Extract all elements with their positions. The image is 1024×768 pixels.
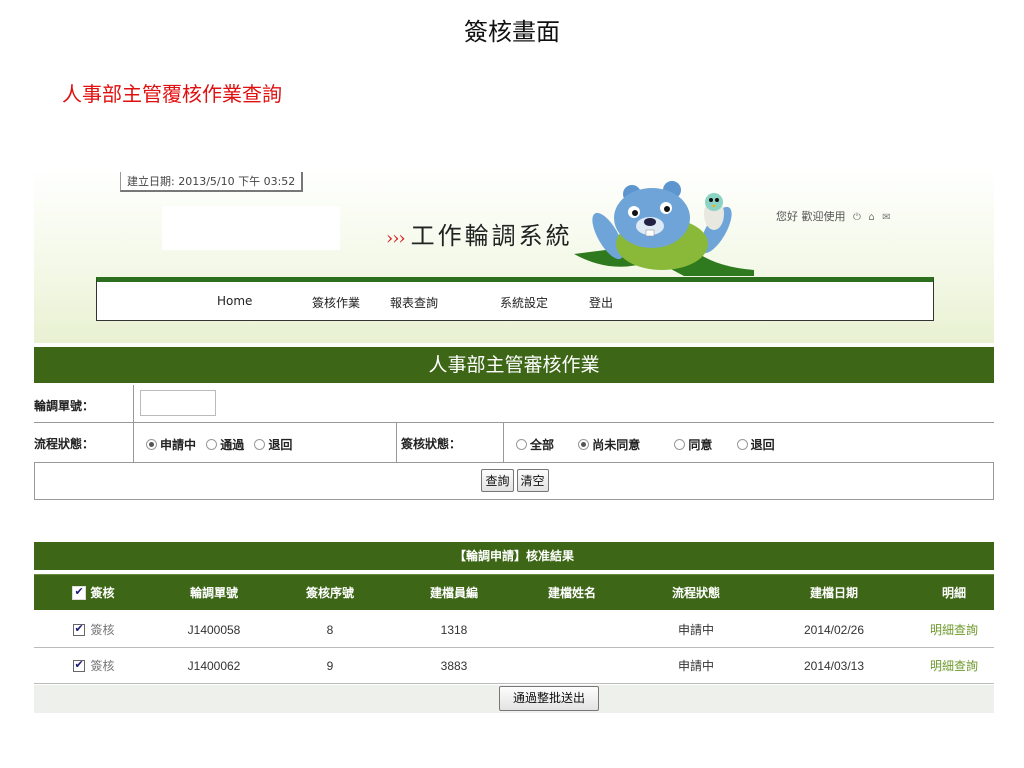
flow-status-radios: 申請中 通過 退回 bbox=[146, 436, 292, 453]
sign-status-option-returned[interactable]: 退回 bbox=[736, 438, 775, 452]
power-icon[interactable]: ⏻ bbox=[853, 212, 861, 223]
radio-icon bbox=[206, 439, 218, 450]
sign-status-option-agreed[interactable]: 同意 bbox=[674, 438, 712, 452]
sign-status-option-not-agreed[interactable]: 尚未同意 bbox=[578, 438, 640, 452]
bear-mascot-icon bbox=[574, 181, 754, 276]
col-rotation-no: 輪調單號 bbox=[189, 586, 238, 600]
row-checkbox[interactable] bbox=[73, 622, 86, 636]
sign-status-radios: 全部 尚未同意 同意 退回 bbox=[516, 436, 775, 453]
radio-icon bbox=[674, 439, 686, 450]
col-detail: 明細 bbox=[941, 586, 966, 600]
nav-home[interactable]: Home bbox=[217, 294, 252, 308]
radio-icon bbox=[254, 439, 266, 450]
created-date: 建立日期: 2013/5/10 下午 03:52 bbox=[120, 172, 304, 192]
table-row: 簽核 J1400058 8 1318 申請中 2014/02/26 明細查詢 bbox=[34, 612, 994, 648]
form-row-rotation-no: 輪調單號： bbox=[34, 385, 994, 423]
form-row-buttons: 查詢 清空 bbox=[34, 463, 994, 500]
emp-id-cell: 3883 bbox=[440, 658, 468, 673]
redacted-logo-area bbox=[162, 206, 340, 250]
date-cell: 2014/03/13 bbox=[803, 658, 865, 673]
col-seq: 簽核序號 bbox=[305, 586, 354, 600]
sign-cell: 簽核 bbox=[64, 648, 124, 683]
col-name: 建檔姓名 bbox=[547, 586, 596, 600]
mail-icon[interactable]: ✉ bbox=[882, 212, 890, 223]
sign-status-option-all[interactable]: 全部 bbox=[516, 438, 554, 452]
seq-cell: 8 bbox=[326, 622, 334, 637]
main-nav: Home 簽核作業 報表查詢 系統設定 登出 bbox=[96, 277, 934, 321]
sign-cell: 簽核 bbox=[64, 612, 124, 647]
chevron-icon: ››› bbox=[386, 228, 406, 249]
nav-sign-work[interactable]: 簽核作業 bbox=[312, 294, 360, 311]
table-row: 簽核 J1400062 9 3883 申請中 2014/03/13 明細查詢 bbox=[34, 648, 994, 684]
seq-cell: 9 bbox=[326, 658, 334, 673]
form-header: 人事部主管審核作業 bbox=[34, 347, 994, 383]
col-status: 流程狀態 bbox=[671, 586, 720, 600]
flow-status-option-returned[interactable]: 退回 bbox=[254, 438, 292, 452]
clear-button[interactable]: 清空 bbox=[516, 469, 549, 492]
rotation-no-cell: J1400058 bbox=[187, 622, 241, 637]
results-header: 【輪調申請】核准結果 bbox=[34, 542, 994, 570]
status-cell: 申請中 bbox=[677, 623, 714, 637]
form-buttons: 查詢 清空 bbox=[35, 469, 995, 492]
system-title: ››› 工作輪調系統 bbox=[386, 216, 573, 251]
welcome-message: 您好 歡迎使用 bbox=[776, 210, 846, 223]
nav-system-settings[interactable]: 系統設定 bbox=[500, 294, 548, 311]
radio-icon bbox=[736, 439, 748, 450]
select-all-checkbox[interactable] bbox=[72, 585, 87, 600]
name-cell bbox=[512, 612, 632, 647]
system-title-text: 工作輪調系統 bbox=[410, 222, 573, 250]
col-emp-id: 建檔員編 bbox=[429, 586, 478, 600]
page-title: 簽核畫面 bbox=[464, 18, 560, 46]
emp-id-cell: 1318 bbox=[440, 622, 468, 637]
radio-icon bbox=[146, 439, 157, 450]
col-date: 建檔日期 bbox=[809, 586, 858, 600]
flow-status-label: 流程狀態： bbox=[34, 423, 134, 462]
flow-status-option-passed[interactable]: 通過 bbox=[206, 438, 244, 452]
query-button[interactable]: 查詢 bbox=[481, 469, 514, 492]
status-cell: 申請中 bbox=[677, 659, 714, 673]
form-row-status: 流程狀態： 申請中 通過 退回 簽核狀態： 全部 尚未同意 同意 退回 bbox=[34, 423, 994, 463]
nav-logout[interactable]: 登出 bbox=[589, 294, 613, 311]
sign-status-label: 簽核狀態： bbox=[396, 423, 504, 462]
radio-icon bbox=[516, 439, 527, 450]
rotation-no-cell: J1400062 bbox=[187, 658, 241, 673]
detail-link[interactable]: 明細查詢 bbox=[914, 612, 994, 647]
date-cell: 2014/02/26 bbox=[803, 622, 865, 637]
detail-link[interactable]: 明細查詢 bbox=[914, 648, 994, 683]
results-column-header: 簽核 輪調單號 簽核序號 建檔員編 建檔姓名 流程狀態 建檔日期 明細 bbox=[34, 574, 994, 610]
rotation-no-input[interactable] bbox=[140, 390, 216, 416]
rotation-no-label: 輪調單號： bbox=[34, 385, 134, 422]
section-title: 人事部主管覆核作業查詢 bbox=[62, 82, 282, 106]
flow-status-option-applying[interactable]: 申請中 bbox=[146, 438, 196, 452]
home-icon[interactable]: ⌂ bbox=[868, 212, 874, 223]
radio-icon bbox=[578, 439, 590, 450]
welcome-text: 您好 歡迎使用 ⏻ ⌂ ✉ bbox=[776, 208, 891, 224]
name-cell bbox=[512, 648, 632, 683]
col-sign: 簽核 bbox=[64, 575, 124, 610]
row-checkbox[interactable] bbox=[73, 658, 86, 672]
batch-approve-submit-button[interactable]: 通過整批送出 bbox=[499, 686, 599, 711]
submit-bar: 通過整批送出 bbox=[34, 685, 994, 713]
nav-report-query[interactable]: 報表查詢 bbox=[390, 294, 438, 311]
